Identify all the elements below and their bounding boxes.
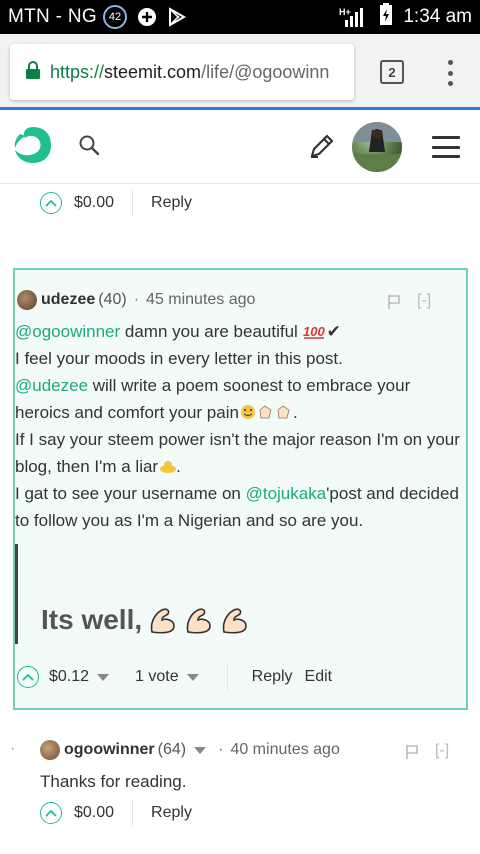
reply-footer: $0.00 Reply: [40, 800, 192, 826]
upvote-icon[interactable]: [40, 192, 62, 214]
carrier-name: MTN - NG: [8, 6, 97, 27]
comment-text: I gat to see your username on: [15, 484, 246, 503]
url-path: /life/@ogoowinn: [201, 61, 330, 82]
battery-icon: [379, 3, 393, 31]
comment-timestamp[interactable]: 40 minutes ago: [230, 741, 339, 759]
edit-link[interactable]: Edit: [305, 668, 333, 686]
divider: [226, 664, 228, 690]
reply-header: ogoowinner (64) · 40 minutes ago: [40, 740, 340, 760]
hugging-face-icon: [239, 401, 257, 419]
upvote-icon[interactable]: [40, 802, 62, 824]
reply-body: Thanks for reading.: [40, 772, 187, 791]
site-header: [0, 110, 480, 184]
svg-text:100: 100: [303, 324, 325, 339]
status-bar: MTN - NG 42 H+ 1:34 am: [0, 0, 480, 34]
notification-count-badge: 42: [102, 5, 127, 29]
highlighted-comment: udezee (40) · 45 minutes ago [-] @ogoowi…: [13, 268, 468, 710]
overflow-menu-icon[interactable]: [440, 58, 460, 88]
separator-dot: ·: [133, 291, 140, 308]
image-caption: Its well,: [41, 604, 143, 635]
menu-icon[interactable]: [432, 136, 460, 158]
clapping-hands-icon: [257, 401, 275, 419]
steemit-logo-icon[interactable]: [12, 124, 54, 171]
url-bar[interactable]: https://steemit.com/life/@ogoowinn: [10, 44, 354, 100]
comment-header: udezee (40) · 45 minutes ago: [17, 290, 255, 310]
check-icon: ✔: [326, 322, 341, 341]
comment-body: @ogoowinner damn you are beautiful 100 ✔ …: [15, 320, 460, 530]
lock-icon: [26, 60, 40, 84]
prev-comment-footer: $0.00 Reply: [40, 190, 192, 216]
author-avatar[interactable]: [40, 740, 60, 760]
browser-toolbar: https://steemit.com/life/@ogoowinn 2: [0, 34, 480, 110]
comment-footer: $0.12 1 vote Reply Edit: [17, 664, 332, 690]
flexed-biceps-icon: [220, 604, 250, 636]
reply-link[interactable]: Reply: [151, 194, 192, 212]
clock: 1:34 am: [403, 6, 472, 27]
payout-value[interactable]: $0.00: [74, 194, 114, 212]
flag-icon[interactable]: [405, 744, 419, 765]
collapse-toggle[interactable]: [-]: [435, 742, 449, 760]
flag-icon[interactable]: [387, 294, 401, 315]
collapse-toggle[interactable]: [-]: [417, 292, 431, 310]
mention-link[interactable]: @tojukaka: [246, 484, 327, 503]
mention-link[interactable]: @udezee: [15, 376, 88, 395]
vote-count[interactable]: 1 vote: [135, 668, 179, 686]
author-name[interactable]: udezee: [41, 291, 95, 309]
person-bowing-icon: [158, 455, 177, 473]
author-dropdown-icon[interactable]: [194, 746, 207, 754]
author-avatar[interactable]: [17, 290, 37, 310]
mention-link[interactable]: @ogoowinner: [15, 322, 120, 341]
votes-dropdown-icon[interactable]: [186, 673, 199, 681]
url-scheme: https://: [50, 61, 105, 82]
comment-text: damn you are beautiful: [120, 322, 303, 341]
svg-text:H+: H+: [339, 7, 351, 17]
play-store-icon: [167, 7, 187, 27]
user-avatar[interactable]: [352, 122, 402, 172]
divider: [132, 190, 134, 216]
clapping-hands-icon: [275, 401, 293, 419]
search-icon[interactable]: [78, 134, 100, 161]
quote-bar: [15, 544, 18, 644]
payout-value[interactable]: $0.00: [74, 804, 114, 822]
reply-link[interactable]: Reply: [252, 668, 293, 686]
payout-dropdown-icon[interactable]: [97, 673, 110, 681]
add-circle-icon: [137, 7, 157, 27]
author-reputation: (40): [98, 291, 127, 308]
hundred-points-icon: 100: [303, 320, 325, 339]
signal-icon: H+: [339, 6, 373, 28]
reply-link[interactable]: Reply: [151, 804, 192, 822]
author-reputation: (64): [157, 741, 187, 758]
separator-dot: ·: [218, 741, 224, 758]
upvote-icon[interactable]: [17, 666, 39, 688]
flexed-biceps-icon: [184, 604, 214, 636]
divider: [132, 800, 134, 826]
embedded-image-text: Its well,: [41, 604, 250, 636]
flexed-biceps-icon: [148, 604, 178, 636]
comment-timestamp[interactable]: 45 minutes ago: [146, 291, 255, 309]
comment-text: I feel your moods in every letter in thi…: [15, 349, 343, 368]
author-name[interactable]: ogoowinner: [64, 741, 155, 759]
comment-text: If I say your steem power isn't the majo…: [15, 430, 460, 476]
tab-switcher-button[interactable]: 2: [380, 60, 404, 84]
payout-value[interactable]: $0.12: [49, 668, 89, 686]
thread-bullet: ·: [10, 740, 16, 757]
pencil-icon[interactable]: [308, 132, 336, 165]
url-host: steemit.com: [104, 61, 202, 82]
